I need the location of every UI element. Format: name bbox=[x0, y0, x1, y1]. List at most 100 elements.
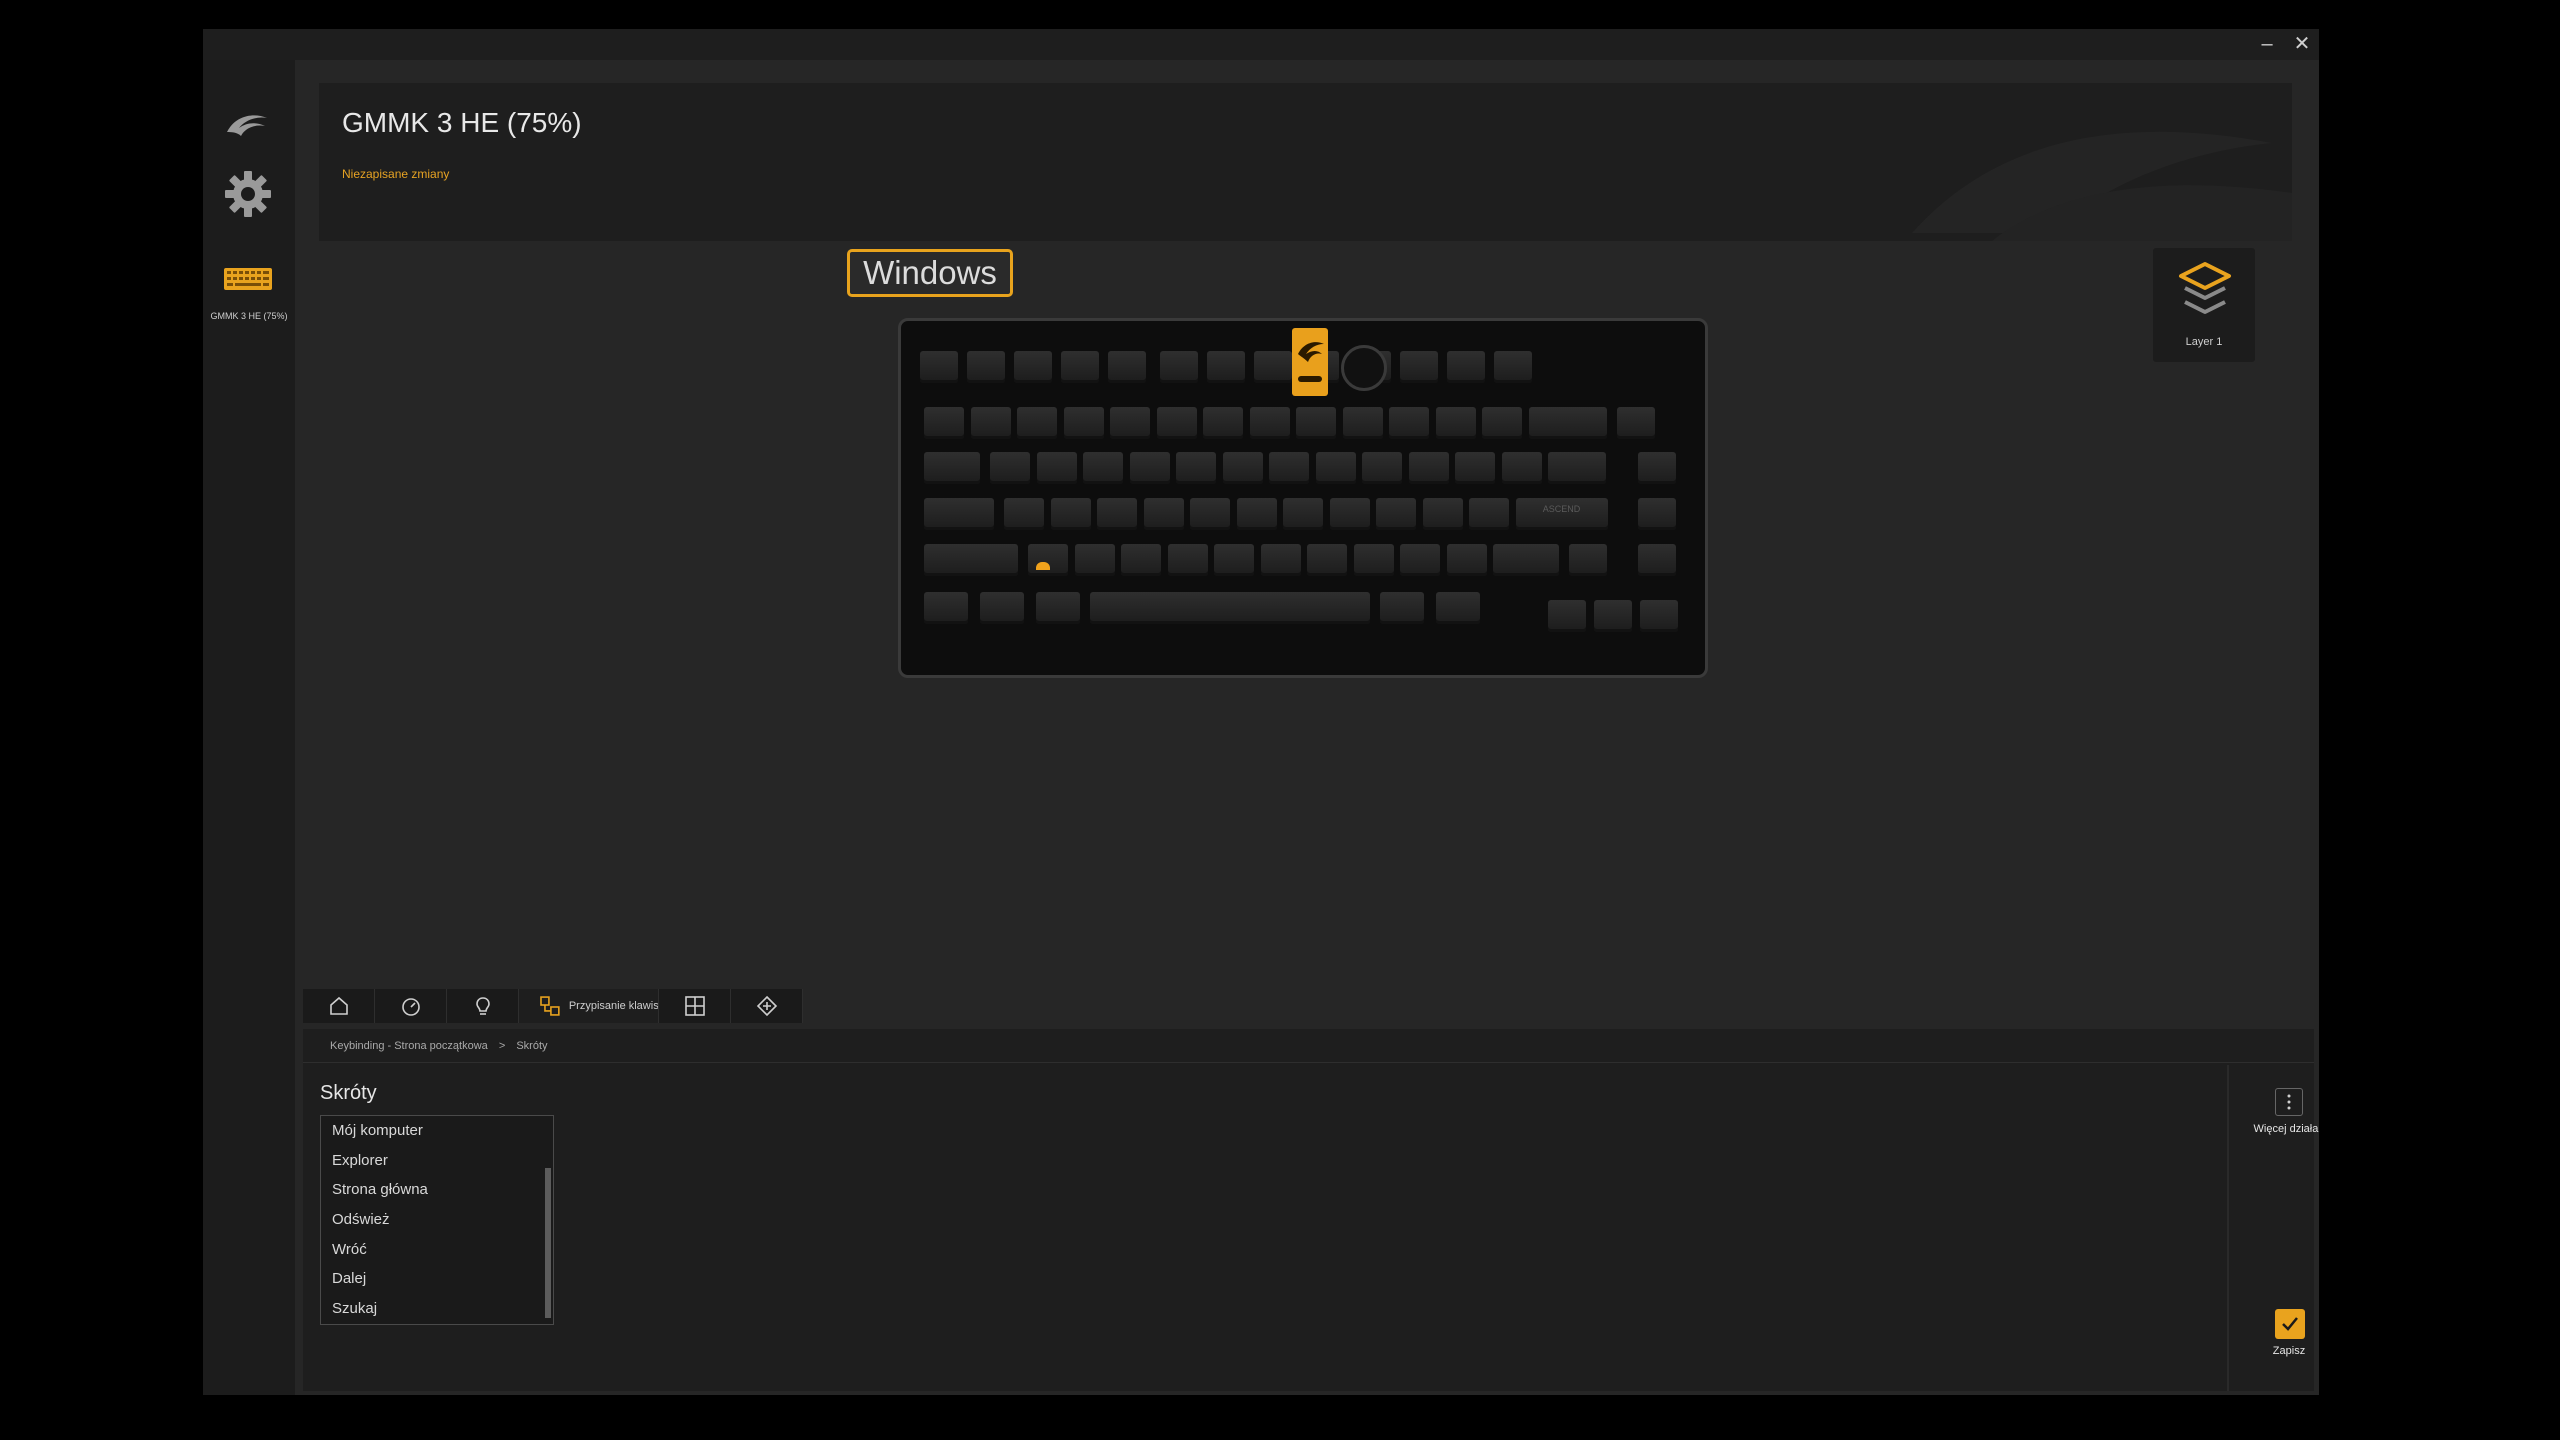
layer-selector[interactable]: Layer 1 bbox=[2153, 248, 2255, 362]
keycap[interactable] bbox=[1214, 544, 1254, 576]
brand-key[interactable] bbox=[1292, 328, 1328, 396]
keycap[interactable] bbox=[1203, 407, 1243, 439]
keycap[interactable] bbox=[1061, 351, 1099, 383]
keycap[interactable] bbox=[1028, 544, 1068, 576]
keycap[interactable] bbox=[1501, 452, 1542, 484]
shortcuts-list[interactable]: Mój komputer Explorer Strona główna Odśw… bbox=[320, 1115, 554, 1325]
keycap[interactable] bbox=[1083, 452, 1123, 484]
gear-icon[interactable] bbox=[223, 169, 273, 224]
keycap[interactable] bbox=[924, 592, 968, 624]
minimize-button[interactable]: – bbox=[2250, 31, 2284, 57]
keycap[interactable] bbox=[967, 351, 1005, 383]
keycap[interactable] bbox=[1400, 351, 1438, 383]
keycap[interactable] bbox=[1108, 351, 1146, 383]
close-button[interactable]: ✕ bbox=[2285, 31, 2319, 57]
keycap[interactable] bbox=[1222, 452, 1263, 484]
keycap[interactable] bbox=[1269, 452, 1309, 484]
keycap[interactable]: ASCEND bbox=[1515, 498, 1608, 530]
keycap[interactable] bbox=[1342, 407, 1383, 439]
keycap[interactable] bbox=[1447, 351, 1485, 383]
tab-macros[interactable] bbox=[659, 989, 731, 1023]
keycap[interactable] bbox=[1160, 351, 1198, 383]
tab-keybinding[interactable]: Przypisanie klawis bbox=[519, 989, 659, 1023]
keycap[interactable] bbox=[1408, 452, 1449, 484]
list-item[interactable]: Strona główna bbox=[321, 1175, 553, 1205]
keycap[interactable] bbox=[970, 407, 1011, 439]
brand-logo-icon[interactable] bbox=[223, 110, 271, 147]
os-mode-badge[interactable]: Windows bbox=[847, 249, 1013, 297]
keycap[interactable] bbox=[1296, 407, 1336, 439]
keycap[interactable] bbox=[1548, 452, 1606, 484]
keycap[interactable] bbox=[1315, 452, 1356, 484]
keycap[interactable] bbox=[1050, 498, 1091, 530]
keycap[interactable] bbox=[1121, 544, 1161, 576]
keycap[interactable] bbox=[1017, 407, 1057, 439]
keycap[interactable] bbox=[1129, 452, 1170, 484]
keycap[interactable] bbox=[1036, 452, 1077, 484]
keycap[interactable] bbox=[1036, 592, 1080, 624]
keycap[interactable] bbox=[1548, 600, 1586, 632]
keycap[interactable] bbox=[1616, 407, 1655, 439]
keycap[interactable] bbox=[1156, 407, 1197, 439]
keycap[interactable] bbox=[1455, 452, 1495, 484]
keycap[interactable] bbox=[1260, 544, 1301, 576]
keycap[interactable] bbox=[1143, 498, 1184, 530]
keycap[interactable] bbox=[1074, 544, 1115, 576]
tab-advanced[interactable] bbox=[731, 989, 803, 1023]
more-actions-button[interactable] bbox=[2275, 1088, 2303, 1116]
keycap[interactable] bbox=[1110, 407, 1150, 439]
keycap[interactable] bbox=[1422, 498, 1463, 530]
list-item[interactable]: Mój komputer bbox=[321, 1116, 553, 1146]
keycap[interactable] bbox=[1528, 407, 1607, 439]
list-item[interactable]: Dalej bbox=[321, 1264, 553, 1294]
keycap[interactable] bbox=[1329, 498, 1370, 530]
list-scrollbar[interactable] bbox=[545, 1168, 551, 1318]
keyboard-device-icon[interactable] bbox=[223, 267, 273, 296]
keycap[interactable] bbox=[1640, 600, 1678, 632]
keycap[interactable] bbox=[1594, 600, 1632, 632]
device-label[interactable]: GMMK 3 HE (75%) bbox=[209, 311, 289, 321]
keycap[interactable] bbox=[1638, 498, 1676, 530]
list-item[interactable]: Wróć bbox=[321, 1235, 553, 1265]
list-item[interactable]: Szukaj bbox=[321, 1294, 553, 1324]
keycap[interactable] bbox=[1063, 407, 1104, 439]
keycap[interactable] bbox=[1380, 592, 1424, 624]
tab-home[interactable] bbox=[303, 989, 375, 1023]
breadcrumb-home[interactable]: Keybinding - Strona początkowa bbox=[330, 1040, 488, 1052]
keycap[interactable] bbox=[1389, 407, 1429, 439]
keycap[interactable] bbox=[1376, 498, 1416, 530]
keycap[interactable] bbox=[980, 592, 1024, 624]
keycap[interactable] bbox=[1307, 544, 1347, 576]
keycap[interactable] bbox=[1207, 351, 1245, 383]
keycap[interactable] bbox=[924, 452, 980, 484]
keycap[interactable] bbox=[1190, 498, 1230, 530]
keycap[interactable] bbox=[1176, 452, 1216, 484]
keycap[interactable] bbox=[1493, 544, 1559, 576]
keycap[interactable] bbox=[1638, 452, 1676, 484]
keycap[interactable] bbox=[1569, 544, 1607, 576]
keycap[interactable] bbox=[1249, 407, 1290, 439]
keycap[interactable] bbox=[1446, 544, 1487, 576]
keycap[interactable] bbox=[1283, 498, 1323, 530]
keycap[interactable] bbox=[924, 407, 964, 439]
keycap[interactable] bbox=[1254, 351, 1292, 383]
keycap[interactable] bbox=[1090, 592, 1370, 624]
save-button[interactable] bbox=[2275, 1309, 2305, 1339]
keycap[interactable] bbox=[1435, 407, 1476, 439]
keycap[interactable] bbox=[1436, 592, 1480, 624]
keycap[interactable] bbox=[1362, 452, 1402, 484]
keycap[interactable] bbox=[1400, 544, 1440, 576]
keycap[interactable] bbox=[1638, 544, 1676, 576]
keycap[interactable] bbox=[1014, 351, 1052, 383]
keycap[interactable] bbox=[1097, 498, 1137, 530]
keycap[interactable] bbox=[1494, 351, 1532, 383]
keycap[interactable] bbox=[924, 544, 1018, 576]
tab-lighting[interactable] bbox=[447, 989, 519, 1023]
list-item[interactable]: Odśwież bbox=[321, 1205, 553, 1235]
list-item[interactable]: Explorer bbox=[321, 1146, 553, 1176]
keycap[interactable] bbox=[1353, 544, 1394, 576]
keycap[interactable] bbox=[1482, 407, 1522, 439]
keycap[interactable] bbox=[1236, 498, 1277, 530]
tab-performance[interactable] bbox=[375, 989, 447, 1023]
keycap[interactable] bbox=[990, 452, 1030, 484]
